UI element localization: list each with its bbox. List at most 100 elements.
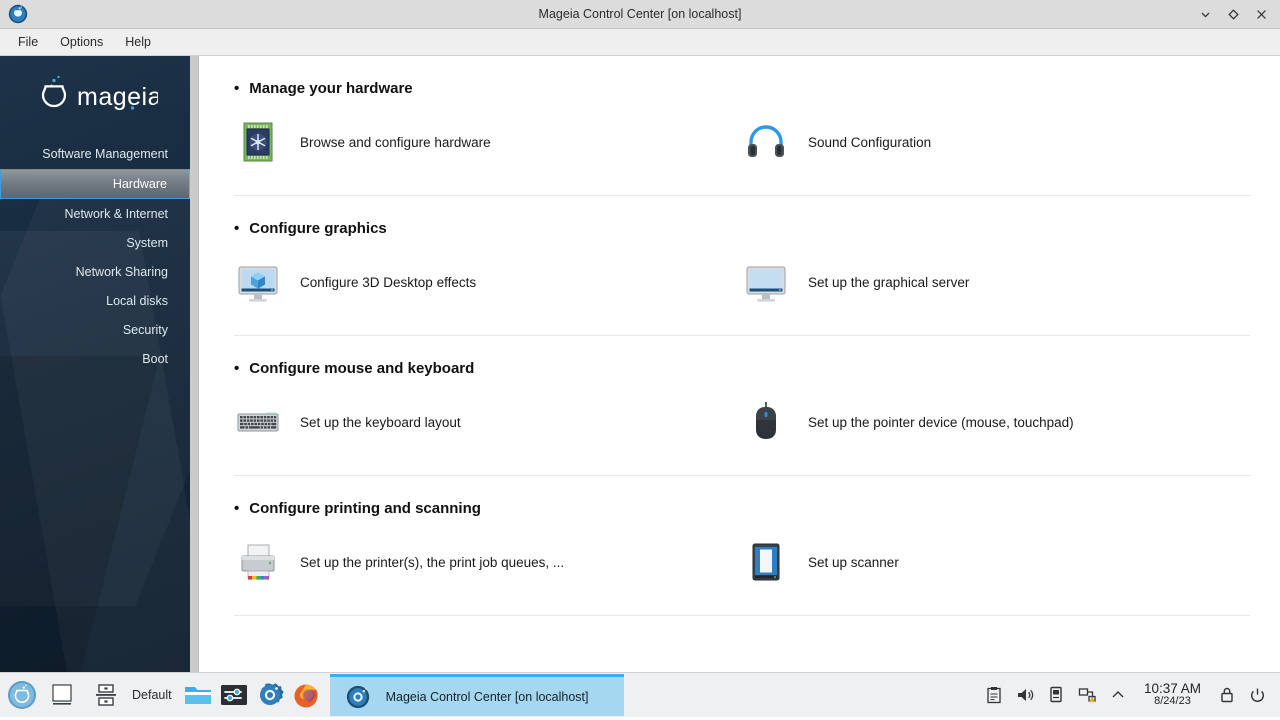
settings-sliders-icon[interactable] <box>216 675 252 715</box>
keyboard-icon <box>234 398 282 446</box>
window-titlebar: Mageia Control Center [on localhost] <box>0 0 1280 29</box>
sidebar-item-network-internet[interactable]: Network & Internet <box>0 200 190 228</box>
item-label: Set up the pointer device (mouse, touchp… <box>808 414 1074 430</box>
item-configure-3d-desktop-effects[interactable]: Configure 3D Desktop effects <box>234 253 742 311</box>
item-browse-and-configure-hardware[interactable]: Browse and configure hardware <box>234 113 742 171</box>
sidebar: mageia Software Management Hardware Netw… <box>0 56 190 672</box>
section-manage-your-hardware: • Manage your hardware Browse and config… <box>234 56 1250 196</box>
mageia-control-center-icon[interactable] <box>252 675 288 715</box>
item-label: Set up scanner <box>808 554 899 570</box>
section-items: Browse and configure hardware Sound Conf… <box>234 113 1250 171</box>
pager-icon <box>88 675 124 715</box>
item-set-up-the-printers[interactable]: Set up the printer(s), the print job que… <box>234 533 742 591</box>
show-hidden-chevron-icon[interactable] <box>1104 675 1133 715</box>
item-set-up-the-graphical-server[interactable]: Set up the graphical server <box>742 253 1250 311</box>
section-title: Configure mouse and keyboard <box>249 360 475 377</box>
chip-board-icon <box>234 118 282 166</box>
taskbar-window-label: Mageia Control Center [on localhost] <box>385 689 589 704</box>
item-set-up-the-keyboard-layout[interactable]: Set up the keyboard layout <box>234 393 742 451</box>
sidebar-item-local-disks[interactable]: Local disks <box>0 287 190 315</box>
sidebar-nav: Software Management Hardware Network & I… <box>0 140 190 373</box>
bullet-icon: • <box>234 500 240 517</box>
application-body: mageia Software Management Hardware Netw… <box>0 56 1280 672</box>
show-desktop-icon[interactable] <box>44 675 80 715</box>
sidebar-decoration <box>0 356 160 672</box>
monitor-icon <box>742 258 790 306</box>
close-icon[interactable] <box>1248 1 1274 27</box>
sidebar-item-label: Network & Internet <box>64 207 168 221</box>
item-set-up-scanner[interactable]: Set up scanner <box>742 533 1250 591</box>
main-content: • Manage your hardware Browse and config… <box>199 56 1280 672</box>
lock-icon[interactable] <box>1212 675 1241 715</box>
mageia-start-icon[interactable] <box>0 680 44 710</box>
sidebar-item-label: System <box>126 236 168 250</box>
power-icon[interactable] <box>1243 675 1272 715</box>
usb-device-icon[interactable] <box>1042 675 1071 715</box>
taskbar-window-button-mageia-control-center[interactable]: Mageia Control Center [on localhost] <box>329 674 624 717</box>
menu-file[interactable]: File <box>8 31 48 53</box>
item-label: Configure 3D Desktop effects <box>300 274 477 290</box>
mageia-icon <box>4 0 32 28</box>
item-label: Set up the printer(s), the print job que… <box>300 554 565 570</box>
section-items: Set up the keyboard layout Set up the po… <box>234 393 1250 451</box>
item-label: Set up the graphical server <box>808 274 970 290</box>
menubar: File Options Help <box>0 29 1280 56</box>
window-title: Mageia Control Center [on localhost] <box>538 7 742 21</box>
sidebar-item-label: Boot <box>142 352 168 366</box>
section-configure-printing-and-scanning: • Configure printing and scanning Set up… <box>234 476 1250 616</box>
clipboard-icon[interactable] <box>980 675 1009 715</box>
system-tray: 10:37 AM 8/24/23 <box>980 675 1280 715</box>
minimize-icon[interactable] <box>1192 1 1218 27</box>
firefox-icon[interactable] <box>288 675 324 715</box>
sidebar-item-label: Software Management <box>42 147 168 161</box>
section-items: Configure 3D Desktop effects Set up the … <box>234 253 1250 311</box>
item-label: Sound Configuration <box>808 134 932 150</box>
sidebar-item-label: Network Sharing <box>75 265 168 279</box>
sidebar-item-network-sharing[interactable]: Network Sharing <box>0 258 190 286</box>
clock-date: 8/24/23 <box>1154 695 1191 708</box>
printer-icon <box>234 538 282 586</box>
menu-help[interactable]: Help <box>115 31 161 53</box>
sidebar-item-system[interactable]: System <box>0 229 190 257</box>
scanner-icon <box>742 538 790 586</box>
section-configure-graphics: • Configure graphics Configure 3D Deskto… <box>234 196 1250 336</box>
pager[interactable]: Default <box>80 675 180 715</box>
maximize-icon[interactable] <box>1220 1 1246 27</box>
section-title: Configure printing and scanning <box>249 500 481 517</box>
sidebar-item-hardware[interactable]: Hardware <box>0 169 190 199</box>
section-heading: • Configure graphics <box>234 220 1250 237</box>
sidebar-item-boot[interactable]: Boot <box>0 345 190 373</box>
section-heading-cutoff <box>234 616 1250 640</box>
mageia-control-center-icon <box>340 677 376 717</box>
item-label: Browse and configure hardware <box>300 134 491 150</box>
section-title: Configure graphics <box>249 220 387 237</box>
pager-label: Default <box>132 688 172 702</box>
section-title: Manage your hardware <box>249 80 413 97</box>
item-sound-configuration[interactable]: Sound Configuration <box>742 113 1250 171</box>
sidebar-item-label: Hardware <box>112 177 167 191</box>
taskbar: Default Mageia Control Center [on localh… <box>0 672 1280 717</box>
item-label: Set up the keyboard layout <box>300 414 461 430</box>
network-warning-icon[interactable] <box>1073 675 1102 715</box>
bullet-icon: • <box>234 220 240 237</box>
clock-time: 10:37 AM <box>1143 681 1201 697</box>
bullet-icon: • <box>234 360 240 377</box>
sidebar-item-security[interactable]: Security <box>0 316 190 344</box>
selection-arrow-icon <box>189 169 190 199</box>
section-heading: • Configure mouse and keyboard <box>234 360 1250 377</box>
section-items: Set up the printer(s), the print job que… <box>234 533 1250 591</box>
menu-options[interactable]: Options <box>50 31 113 53</box>
bullet-icon: • <box>234 80 240 97</box>
sidebar-item-software-management[interactable]: Software Management <box>0 140 190 168</box>
window-controls <box>1192 1 1280 27</box>
item-set-up-the-pointer-device[interactable]: Set up the pointer device (mouse, touchp… <box>742 393 1250 451</box>
sidebar-item-label: Local disks <box>106 294 168 308</box>
section-heading: • Manage your hardware <box>234 80 1250 97</box>
section-configure-mouse-and-keyboard: • Configure mouse and keyboard Set up th… <box>234 336 1250 476</box>
sidebar-content-divider <box>190 56 199 672</box>
headphones-icon <box>742 118 790 166</box>
clock[interactable]: 10:37 AM 8/24/23 <box>1135 681 1210 708</box>
mouse-icon <box>742 398 790 446</box>
volume-icon[interactable] <box>1011 675 1040 715</box>
file-manager-icon[interactable] <box>180 675 216 715</box>
